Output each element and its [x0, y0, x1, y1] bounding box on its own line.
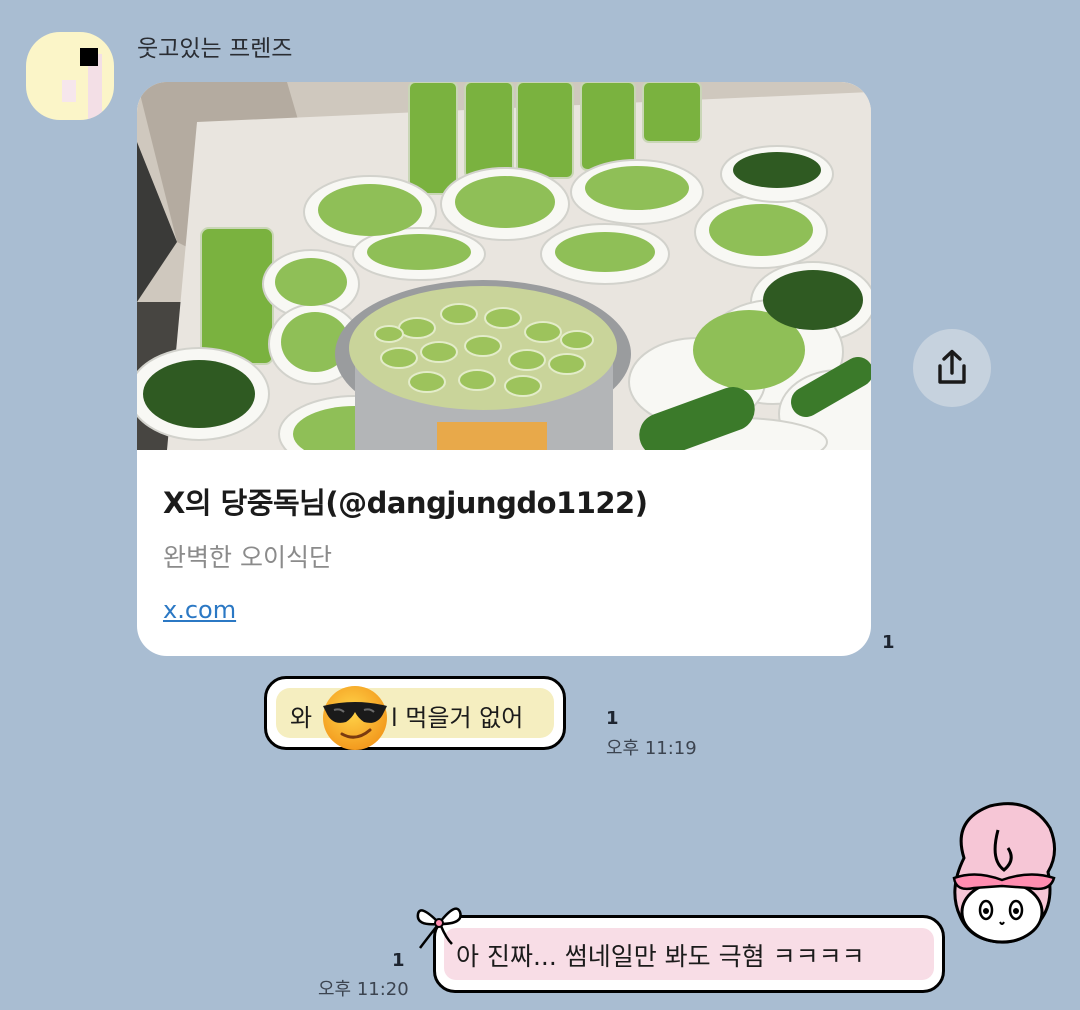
share-button[interactable] [913, 329, 991, 407]
bunny-girl-sticker [952, 802, 1056, 944]
message-bubble-1[interactable]: 와 l 먹을거 없어 [264, 676, 566, 750]
sender-name: 웃고있는 프렌즈 [137, 36, 293, 62]
sender-avatar[interactable] [26, 32, 114, 120]
message-2-time: 오후 11:20 [318, 979, 409, 1000]
message-2-text: 아 진짜... 썸네일만 봐도 극혐 ㅋㅋㅋㅋ [456, 942, 865, 971]
ribbon-bow-icon [416, 907, 462, 949]
message-bubble-2[interactable]: 아 진짜... 썸네일만 봐도 극혐 ㅋㅋㅋㅋ [433, 915, 945, 993]
link-card-unread-count: 1 [882, 632, 895, 653]
link-card-domain[interactable]: x.com [163, 596, 236, 624]
sunglasses-face-emoji [323, 686, 387, 750]
message-2-unread-count: 1 [392, 950, 405, 971]
message-1-time: 오후 11:19 [606, 738, 697, 759]
link-card-description: 완벽한 오이식단 [163, 543, 332, 572]
message-1-text-after: l 먹을거 없어 [391, 704, 524, 732]
link-preview-card[interactable]: X의 당중독님(@dangjungdo1122) 완벽한 오이식단 x.com [137, 82, 871, 656]
message-1-unread-count: 1 [606, 708, 619, 729]
avatar-pixel-art-2 [62, 80, 76, 102]
preview-image [137, 82, 871, 450]
link-card-title: X의 당중독님(@dangjungdo1122) [163, 486, 648, 520]
avatar-pixel-art-3 [80, 48, 98, 66]
message-1-text-before: 와 [290, 704, 313, 732]
share-upload-icon [938, 349, 966, 384]
